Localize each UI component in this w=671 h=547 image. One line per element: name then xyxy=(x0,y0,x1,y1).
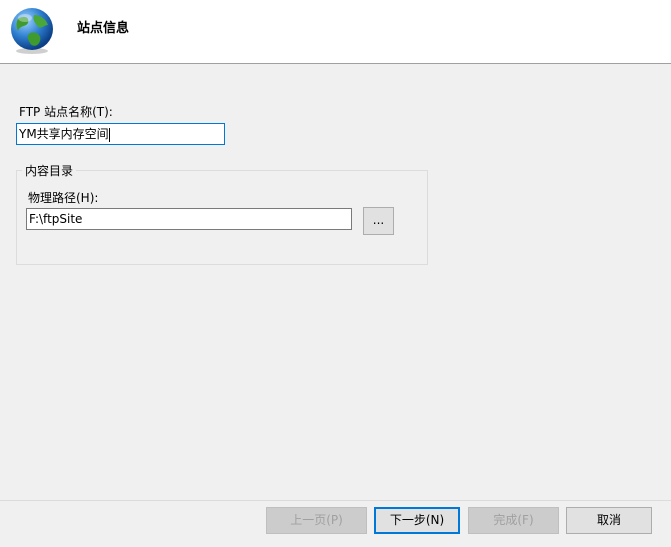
physical-path-label: 物理路径(H): xyxy=(28,191,99,205)
physical-path-input[interactable]: F:\ftpSite xyxy=(26,208,352,230)
text-caret xyxy=(108,127,110,142)
wizard-header: 站点信息 xyxy=(0,0,671,64)
cancel-button[interactable]: 取消 xyxy=(566,507,652,534)
finish-button[interactable]: 完成(F) xyxy=(468,507,559,534)
globe-icon xyxy=(11,8,53,54)
physical-path-value: F:\ftpSite xyxy=(29,212,83,226)
site-name-label: FTP 站点名称(T): xyxy=(19,105,113,119)
site-name-value: YM共享内存空间 xyxy=(19,127,109,141)
previous-button[interactable]: 上一页(P) xyxy=(266,507,367,534)
content-directory-label: 内容目录 xyxy=(22,162,77,179)
next-button[interactable]: 下一步(N) xyxy=(374,507,460,534)
page-title: 站点信息 xyxy=(77,21,130,36)
browse-button[interactable]: ... xyxy=(363,207,394,235)
footer-divider xyxy=(0,500,671,501)
site-name-input[interactable]: YM共享内存空间 xyxy=(16,123,225,145)
